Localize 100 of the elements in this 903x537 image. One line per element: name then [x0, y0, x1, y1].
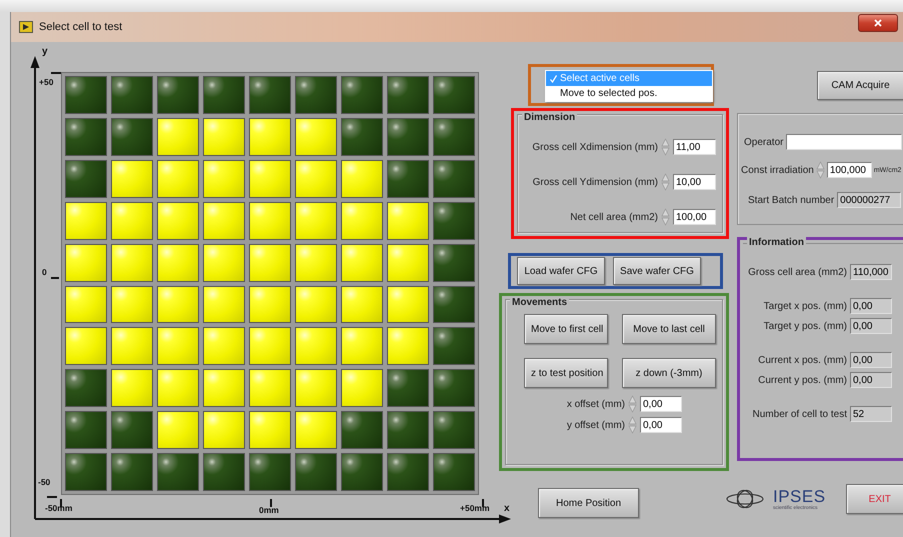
wafer-cell[interactable]: [249, 453, 291, 491]
wafer-cell[interactable]: [157, 453, 199, 491]
wafer-cell[interactable]: [65, 160, 107, 198]
wafer-cell[interactable]: [433, 202, 475, 240]
wafer-cell[interactable]: [65, 411, 107, 450]
wafer-cell[interactable]: [387, 453, 429, 491]
wafer-cell[interactable]: [433, 76, 475, 114]
wafer-cell[interactable]: [203, 76, 245, 114]
wafer-cell[interactable]: [249, 118, 291, 156]
wafer-cell[interactable]: [203, 369, 245, 408]
wafer-cell[interactable]: [249, 411, 291, 450]
wafer-cell[interactable]: [111, 411, 153, 450]
movement-button[interactable]: Move to first cell: [524, 314, 608, 344]
wafer-cell[interactable]: [65, 369, 107, 408]
wafer-cell[interactable]: [157, 369, 199, 408]
movement-button[interactable]: z down (-3mm): [622, 358, 716, 388]
wafer-cell[interactable]: [295, 411, 337, 450]
wafer-cell[interactable]: [387, 244, 429, 282]
cam-acquire-button[interactable]: CAM Acquire: [817, 71, 903, 100]
wafer-cell[interactable]: [157, 76, 199, 114]
wafer-cell[interactable]: [295, 202, 337, 240]
wafer-cell[interactable]: [295, 244, 337, 282]
wafer-cell[interactable]: [65, 202, 107, 240]
wafer-cell[interactable]: [341, 160, 383, 198]
wafer-cell[interactable]: [387, 286, 429, 324]
wafer-cell[interactable]: [157, 202, 199, 240]
wafer-cell[interactable]: [65, 244, 107, 282]
wafer-cell[interactable]: [203, 160, 245, 198]
wafer-cell[interactable]: [111, 244, 153, 282]
wafer-cell[interactable]: [341, 244, 383, 282]
wafer-cell[interactable]: [249, 202, 291, 240]
wafer-cell[interactable]: [341, 369, 383, 408]
wafer-cell[interactable]: [387, 118, 429, 156]
wafer-cell[interactable]: [65, 118, 107, 156]
wafer-cell[interactable]: [341, 76, 383, 114]
wafer-cell[interactable]: [111, 286, 153, 324]
input-field[interactable]: 11,00: [673, 139, 716, 155]
wafer-cell[interactable]: [157, 286, 199, 324]
wafer-cell[interactable]: [65, 76, 107, 114]
wafer-cell[interactable]: [341, 327, 383, 366]
wafer-cell[interactable]: [203, 118, 245, 156]
wafer-cell[interactable]: [65, 327, 107, 366]
wafer-cell[interactable]: [341, 286, 383, 324]
home-position-button[interactable]: Home Position: [538, 488, 639, 518]
wafer-cell[interactable]: [433, 286, 475, 324]
wafer-cell[interactable]: [65, 453, 107, 491]
movement-button[interactable]: z to test position: [524, 358, 608, 388]
wafer-cell[interactable]: [249, 76, 291, 114]
wafer-cell[interactable]: [249, 244, 291, 282]
wafer-cell[interactable]: [157, 244, 199, 282]
wafer-cell[interactable]: [295, 286, 337, 324]
wafer-cell[interactable]: [433, 453, 475, 491]
wafer-cell[interactable]: [387, 160, 429, 198]
wafer-cell[interactable]: [249, 286, 291, 324]
wafer-cell[interactable]: [295, 453, 337, 491]
wafer-cell[interactable]: [203, 453, 245, 491]
wafer-cell[interactable]: [433, 411, 475, 450]
wafer-cell[interactable]: [111, 118, 153, 156]
wafer-cell[interactable]: [387, 369, 429, 408]
wafer-cell[interactable]: [203, 327, 245, 366]
input-field[interactable]: 100,00: [673, 209, 716, 225]
wafer-cell[interactable]: [387, 327, 429, 366]
wafer-cell[interactable]: [295, 327, 337, 366]
config-button[interactable]: Save wafer CFG: [613, 257, 701, 285]
wafer-cell[interactable]: [387, 76, 429, 114]
wafer-cell[interactable]: [295, 76, 337, 114]
input-field[interactable]: 10,00: [673, 174, 716, 190]
wafer-cell[interactable]: [111, 369, 153, 408]
movement-button[interactable]: Move to last cell: [622, 314, 716, 344]
wafer-cell[interactable]: [111, 453, 153, 491]
wafer-cell[interactable]: [157, 411, 199, 450]
wafer-cell[interactable]: [433, 160, 475, 198]
input-field[interactable]: 0,00: [640, 396, 682, 412]
input-field[interactable]: [786, 134, 902, 150]
wafer-cell[interactable]: [433, 369, 475, 408]
wafer-cell[interactable]: [157, 160, 199, 198]
input-field[interactable]: 100,000: [826, 162, 872, 178]
wafer-cell[interactable]: [203, 411, 245, 450]
config-button[interactable]: Load wafer CFG: [517, 257, 605, 285]
wafer-cell[interactable]: [65, 286, 107, 324]
close-button[interactable]: [858, 14, 898, 32]
wafer-cell[interactable]: [433, 244, 475, 282]
wafer-cell[interactable]: [111, 202, 153, 240]
wafer-cell[interactable]: [295, 118, 337, 156]
wafer-cell[interactable]: [249, 160, 291, 198]
wafer-cell[interactable]: [433, 327, 475, 366]
wafer-cell[interactable]: [387, 411, 429, 450]
wafer-cell[interactable]: [341, 453, 383, 491]
wafer-cell[interactable]: [295, 369, 337, 408]
wafer-cell[interactable]: [249, 327, 291, 366]
wafer-cell[interactable]: [111, 76, 153, 114]
wafer-cell[interactable]: [157, 327, 199, 366]
wafer-cell[interactable]: [433, 118, 475, 156]
wafer-cell[interactable]: [295, 160, 337, 198]
wafer-cell[interactable]: [203, 286, 245, 324]
input-field[interactable]: 0,00: [640, 417, 682, 433]
wafer-cell[interactable]: [341, 411, 383, 450]
wafer-cell[interactable]: [111, 160, 153, 198]
wafer-cell[interactable]: [249, 369, 291, 408]
wafer-cell[interactable]: [157, 118, 199, 156]
